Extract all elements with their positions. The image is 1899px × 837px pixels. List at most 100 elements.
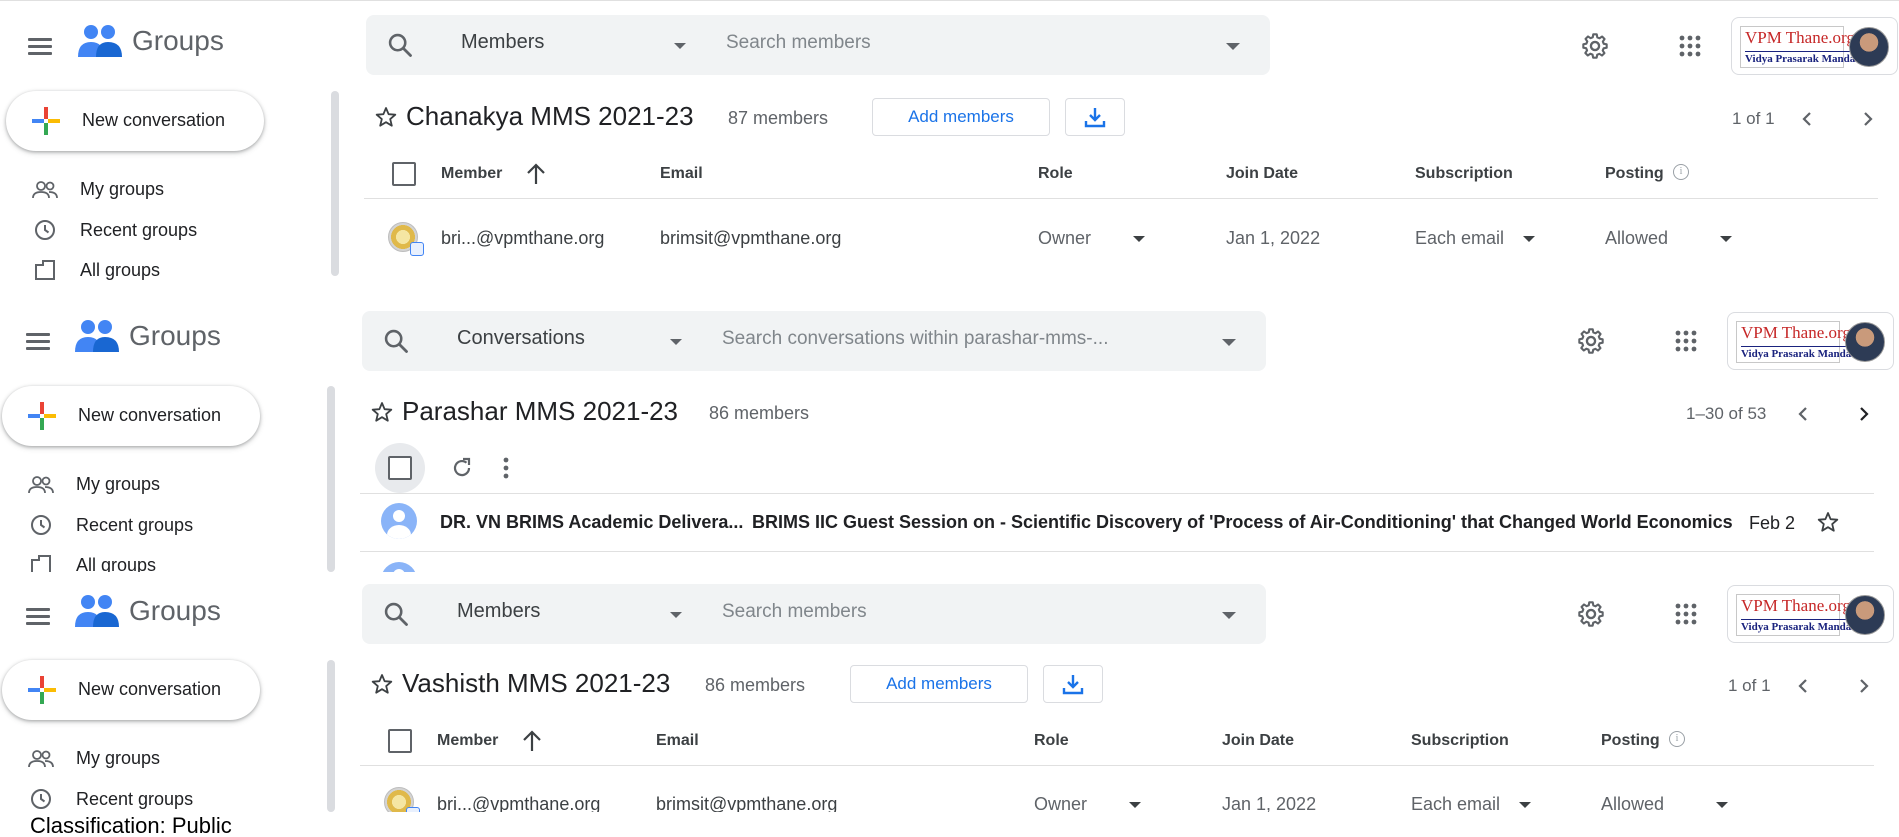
select-all-checkbox[interactable]: [392, 162, 416, 186]
posting-select[interactable]: Allowed: [1601, 794, 1664, 812]
info-icon[interactable]: i: [1673, 164, 1689, 180]
main-menu-icon[interactable]: [26, 606, 52, 626]
new-conversation-button[interactable]: New conversation: [2, 660, 260, 720]
new-conversation-button[interactable]: New conversation: [2, 386, 260, 446]
info-icon[interactable]: i: [1669, 731, 1685, 747]
subscription-select[interactable]: Each email: [1411, 794, 1500, 812]
more-options-icon[interactable]: [501, 456, 511, 480]
search-bar[interactable]: Members Search members: [366, 15, 1270, 75]
subscription-select[interactable]: Each email: [1415, 228, 1504, 249]
nav-recent-groups[interactable]: Recent groups: [26, 514, 193, 536]
groups-logo[interactable]: Groups: [75, 318, 221, 354]
add-members-button[interactable]: Add members: [872, 98, 1050, 136]
chevron-right-icon[interactable]: [1854, 676, 1874, 696]
scope-dropdown-icon[interactable]: [674, 43, 686, 49]
search-scope-select[interactable]: Conversations: [457, 327, 585, 350]
role-select[interactable]: Owner: [1034, 794, 1087, 812]
user-avatar[interactable]: [1845, 595, 1885, 635]
select-all-hover-circle[interactable]: [375, 443, 425, 493]
search-input[interactable]: Search members: [722, 601, 1202, 623]
brand-name: VPM Thane.org: [1741, 596, 1851, 615]
account-switcher[interactable]: VPM Thane.org Vidya Prasarak Mandal: [1727, 585, 1894, 643]
plus-icon: [28, 676, 56, 704]
posting-select[interactable]: Allowed: [1605, 228, 1668, 249]
posting-dropdown-icon[interactable]: [1716, 802, 1728, 808]
nav-my-groups[interactable]: My groups: [30, 179, 164, 200]
favorite-star-icon[interactable]: [370, 672, 394, 696]
search-icon[interactable]: [382, 327, 410, 355]
posting-dropdown-icon[interactable]: [1720, 236, 1732, 242]
chevron-left-icon[interactable]: [1793, 404, 1813, 424]
search-bar[interactable]: Members Search members: [362, 584, 1266, 644]
nav-recent-groups[interactable]: Recent groups: [26, 788, 193, 810]
chevron-right-icon[interactable]: [1858, 109, 1878, 129]
subscription-dropdown-icon[interactable]: [1519, 802, 1531, 808]
scope-dropdown-icon[interactable]: [670, 339, 682, 345]
download-icon: [1084, 108, 1106, 128]
member-name[interactable]: bri...@vpmthane.org: [437, 794, 600, 812]
sidebar-scrollbar[interactable]: [327, 386, 335, 572]
search-icon[interactable]: [382, 600, 410, 628]
settings-icon[interactable]: [1581, 32, 1609, 60]
export-members-button[interactable]: [1065, 98, 1125, 136]
user-avatar[interactable]: [1845, 322, 1885, 362]
nav-recent-groups[interactable]: Recent groups: [30, 219, 197, 241]
conversation-date: Feb 2: [1749, 513, 1796, 533]
sort-ascending-icon[interactable]: [525, 162, 547, 186]
member-name[interactable]: bri...@vpmthane.org: [441, 228, 604, 249]
select-all-checkbox[interactable]: [388, 456, 412, 480]
role-dropdown-icon[interactable]: [1129, 802, 1141, 808]
search-scope-select[interactable]: Members: [457, 600, 540, 623]
chevron-left-icon[interactable]: [1797, 109, 1817, 129]
role-select[interactable]: Owner: [1038, 228, 1091, 249]
new-conversation-button[interactable]: New conversation: [6, 91, 264, 151]
role-dropdown-icon[interactable]: [1133, 236, 1145, 242]
conversation-star-icon[interactable]: [1816, 510, 1840, 534]
search-input[interactable]: Search conversations within parashar-mms…: [722, 328, 1202, 350]
refresh-icon[interactable]: [450, 456, 474, 480]
sidebar-scrollbar[interactable]: [327, 660, 335, 812]
account-switcher[interactable]: VPM Thane.org Vidya Prasarak Mandal: [1727, 312, 1894, 370]
column-header-join-date[interactable]: Join Date: [1222, 732, 1294, 750]
search-scope-select[interactable]: Members: [461, 31, 544, 54]
nav-my-groups[interactable]: My groups: [26, 748, 160, 769]
nav-my-groups[interactable]: My groups: [26, 474, 160, 495]
search-options-icon[interactable]: [1222, 339, 1236, 346]
search-input[interactable]: Search members: [726, 32, 1206, 54]
organization-logo: VPM Thane.org Vidya Prasarak Mandal: [1736, 594, 1855, 636]
apps-grid-icon[interactable]: [1674, 602, 1698, 626]
user-avatar[interactable]: [1849, 27, 1889, 67]
apps-grid-icon[interactable]: [1674, 329, 1698, 353]
sort-ascending-icon[interactable]: [521, 729, 543, 753]
search-options-icon[interactable]: [1226, 43, 1240, 50]
main-menu-icon[interactable]: [28, 36, 54, 56]
organization-badge-icon: [406, 807, 420, 812]
add-members-button[interactable]: Add members: [850, 665, 1028, 703]
select-all-checkbox[interactable]: [388, 729, 412, 753]
column-header-member[interactable]: Member: [441, 165, 502, 183]
groups-logo[interactable]: Groups: [78, 23, 224, 59]
favorite-star-icon[interactable]: [370, 400, 394, 424]
main-menu-icon[interactable]: [26, 331, 52, 351]
groups-logo[interactable]: Groups: [75, 593, 221, 629]
nav-all-groups[interactable]: All groups: [26, 554, 156, 572]
settings-icon[interactable]: [1577, 327, 1605, 355]
sidebar-scrollbar[interactable]: [331, 91, 339, 276]
nav-all-groups[interactable]: All groups: [30, 259, 160, 281]
column-header-join-date[interactable]: Join Date: [1226, 165, 1298, 183]
apps-grid-icon[interactable]: [1678, 34, 1702, 58]
plus-icon: [32, 107, 60, 135]
scope-dropdown-icon[interactable]: [670, 612, 682, 618]
subscription-dropdown-icon[interactable]: [1523, 236, 1535, 242]
chevron-right-icon[interactable]: [1854, 404, 1874, 424]
search-options-icon[interactable]: [1222, 612, 1236, 619]
export-members-button[interactable]: [1043, 665, 1103, 703]
account-switcher[interactable]: VPM Thane.org Vidya Prasarak Mandal: [1731, 17, 1898, 75]
search-icon[interactable]: [386, 31, 414, 59]
settings-icon[interactable]: [1577, 600, 1605, 628]
column-header-member[interactable]: Member: [437, 732, 498, 750]
search-bar[interactable]: Conversations Search conversations withi…: [362, 311, 1266, 371]
chevron-left-icon[interactable]: [1793, 676, 1813, 696]
favorite-star-icon[interactable]: [374, 105, 398, 129]
new-conversation-label: New conversation: [82, 110, 226, 130]
